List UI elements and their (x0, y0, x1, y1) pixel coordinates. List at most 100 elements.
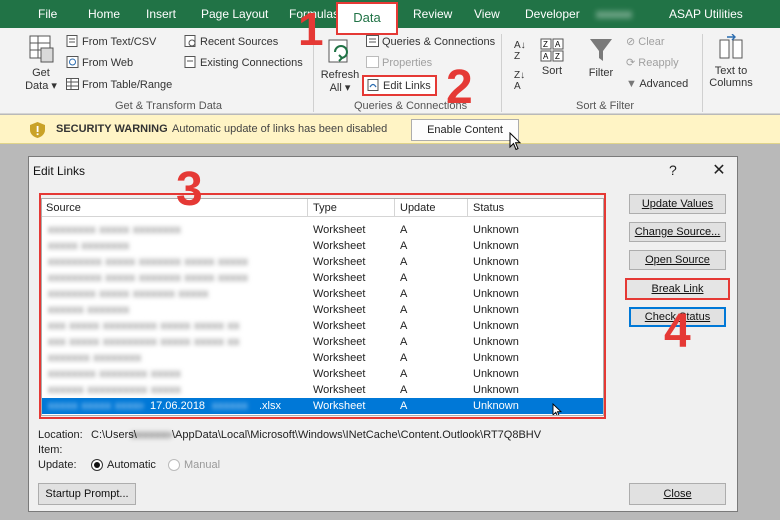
queries-connections-button[interactable]: Queries & Connections (366, 35, 495, 48)
close-button[interactable]: Close (629, 483, 726, 505)
from-table-range-button[interactable]: From Table/Range (66, 78, 172, 91)
enable-content-button[interactable]: Enable Content (411, 119, 519, 141)
table-row[interactable]: xxxxxxxx xxxxxxxx xxxxx Worksheet A Unknown (42, 366, 603, 382)
column-header-update[interactable]: Update (400, 202, 435, 214)
update-cell: A (400, 368, 408, 380)
help-icon[interactable]: ? (669, 162, 677, 178)
tab-file[interactable]: File (38, 7, 57, 21)
filter-button[interactable]: Filter (584, 36, 618, 79)
group-label-sort-filter: Sort & Filter (576, 100, 635, 112)
properties-button[interactable]: Properties (366, 56, 432, 69)
table-row[interactable]: xxxxxxxx xxxxx xxxxxxxx Worksheet A Unknown (42, 222, 603, 238)
table-row[interactable]: xxxxxx xxxxxxxxxx xxxxx Worksheet A Unknown (42, 382, 603, 398)
svg-text:Z: Z (555, 52, 560, 61)
tab-developer[interactable]: Developer (525, 7, 580, 21)
open-source-button[interactable]: Open Source (629, 250, 726, 270)
source-cell-ext: .xlsx (259, 400, 281, 412)
type-cell: Worksheet (313, 384, 366, 396)
update-cell: A (400, 224, 408, 236)
group-separator (501, 34, 502, 112)
status-cell: Unknown (473, 400, 519, 412)
tab-review[interactable]: Review (413, 7, 452, 21)
source-cell: xxx xxxxx xxxxxxxxx xxxxx xxxxx xx (48, 320, 240, 332)
source-cell: xxxxxx xxxxxxxxxx xxxxx (48, 384, 182, 396)
type-cell: Worksheet (313, 224, 366, 236)
table-icon (66, 78, 79, 90)
table-row[interactable]: xxx xxxxx xxxxxxxxx xxxxx xxxxx xx Worksh… (42, 318, 603, 334)
get-data-label-2: Data (25, 80, 49, 92)
tab-data[interactable]: Data (336, 2, 398, 35)
type-cell: Worksheet (313, 304, 366, 316)
type-cell: Worksheet (313, 352, 366, 364)
properties-label: Properties (382, 57, 433, 69)
table-row[interactable]: xxx xxxxx xxxxxxxxx xxxxx xxxxx xx Worksh… (42, 334, 603, 350)
reapply-button[interactable]: ⟳ Reapply (626, 56, 679, 69)
type-cell: Worksheet (313, 368, 366, 380)
tab-insert[interactable]: Insert (146, 7, 176, 21)
startup-prompt-button[interactable]: Startup Prompt... (38, 483, 136, 505)
location-prefix: C:\Users\ (91, 429, 137, 441)
sort-icon: Z A A Z (540, 38, 564, 62)
filter-funnel-icon (590, 39, 612, 61)
shield-warning-icon (30, 122, 45, 138)
source-cell: xxxxxxxx xxxxx xxxxxxxx (48, 224, 182, 236)
tab-home[interactable]: Home (88, 7, 120, 21)
column-header-status[interactable]: Status (473, 202, 504, 214)
table-row[interactable]: xxxxxx xxxxxxx Worksheet A Unknown (42, 302, 603, 318)
automatic-label: Automatic (107, 459, 156, 471)
clear-button[interactable]: ⊘ Clear (626, 35, 665, 48)
change-source-button[interactable]: Change Source... (629, 222, 726, 242)
column-divider (307, 199, 308, 217)
automatic-radio[interactable] (91, 459, 103, 471)
group-label-get-transform: Get & Transform Data (115, 100, 222, 112)
tab-page-layout[interactable]: Page Layout (201, 7, 268, 21)
text-to-columns-icon (719, 34, 743, 59)
from-web-button[interactable]: From Web (66, 56, 133, 69)
svg-text:A: A (543, 52, 549, 61)
tab-hidden[interactable]: xxxxxx (596, 7, 632, 21)
table-row-selected[interactable]: xxxxx xxxxx xxxxx 17.06.2018 xxxxxx .xls… (42, 398, 603, 414)
break-link-button[interactable]: Break Link (625, 278, 730, 300)
queries-connections-label: Queries & Connections (382, 36, 496, 48)
links-list[interactable]: Source Type Update Status xxxxxxxx xxxxx… (41, 198, 604, 416)
edit-links-button[interactable]: Edit Links (362, 75, 437, 96)
advanced-button[interactable]: ▼ Advanced (626, 78, 688, 90)
column-divider (467, 199, 468, 217)
manual-radio[interactable] (168, 459, 180, 471)
update-values-button[interactable]: Update Values (629, 194, 726, 214)
recent-sources-icon (184, 35, 196, 47)
edit-links-label: Edit Links (383, 80, 431, 92)
close-icon[interactable]: ✕ (709, 160, 729, 180)
type-cell: Worksheet (313, 272, 366, 284)
table-row[interactable]: xxxxxxxxx xxxxx xxxxxxx xxxxx xxxxx Works… (42, 254, 603, 270)
queries-icon (366, 35, 379, 47)
get-data-button[interactable]: Get Data ▾ (24, 34, 58, 92)
location-label: Location: (38, 429, 83, 441)
update-cell: A (400, 304, 408, 316)
from-text-csv-label: From Text/CSV (82, 36, 157, 48)
table-row[interactable]: xxxxxxxxx xxxxx xxxxxxx xxxxx xxxxx Works… (42, 270, 603, 286)
type-cell: Worksheet (313, 400, 366, 412)
sort-az-button[interactable]: A↓ Z (514, 40, 526, 62)
sort-za-button[interactable]: Z↓ A (514, 70, 525, 92)
recent-sources-button[interactable]: Recent Sources (184, 35, 278, 48)
sort-button[interactable]: Z A A Z Sort (536, 38, 568, 77)
table-row[interactable]: xxxxxxx xxxxxxxx Worksheet A Unknown (42, 350, 603, 366)
refresh-all-button[interactable]: Refresh All ▾ (318, 38, 362, 94)
source-cell-hidden: xxxxxx (212, 400, 248, 412)
mouse-cursor-icon (552, 403, 563, 415)
table-row[interactable]: xxxxxxxx xxxxx xxxxxxx xxxxx Worksheet A Un… (42, 286, 603, 302)
tab-asap-utilities[interactable]: ASAP Utilities (669, 7, 743, 21)
update-cell: A (400, 336, 408, 348)
tab-view[interactable]: View (474, 7, 500, 21)
update-cell: A (400, 272, 408, 284)
annotation-number-4: 4 (664, 305, 691, 358)
existing-connections-button[interactable]: Existing Connections (184, 56, 303, 69)
table-row[interactable]: xxxxx xxxxxxxx Worksheet A Unknown (42, 238, 603, 254)
text-to-columns-button[interactable]: Text to Columns (706, 34, 756, 89)
sort-descending-icon: Z↓ A (514, 70, 526, 92)
from-text-csv-button[interactable]: From Text/CSV (66, 35, 156, 48)
update-cell: A (400, 240, 408, 252)
column-header-source[interactable]: Source (46, 202, 81, 214)
column-header-type[interactable]: Type (313, 202, 337, 214)
